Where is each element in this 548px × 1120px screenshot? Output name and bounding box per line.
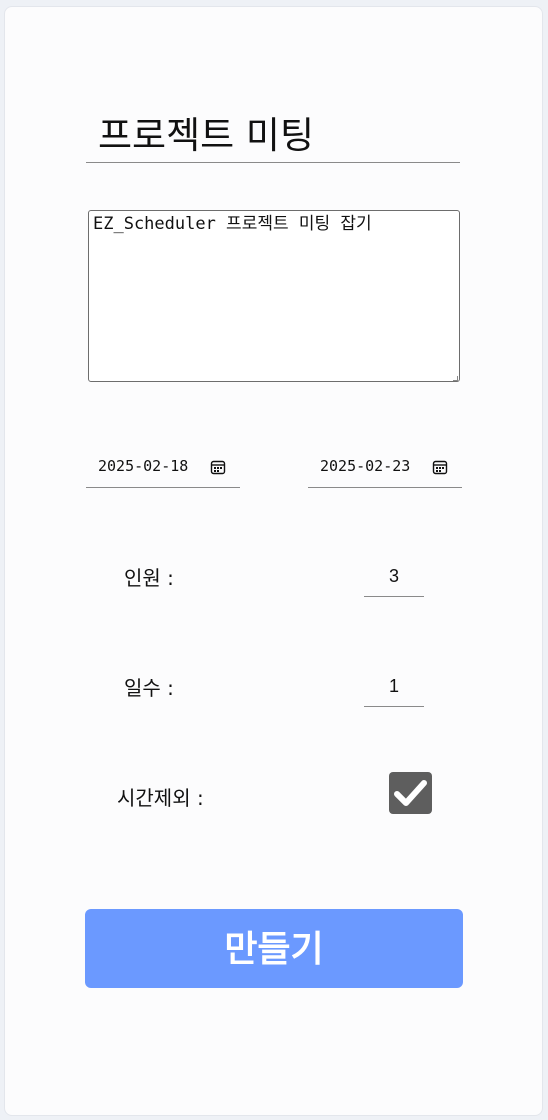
end-date-value: 2025-02-23 [320, 457, 411, 475]
exclude-time-checkbox[interactable] [389, 772, 432, 814]
create-button[interactable]: 만들기 [85, 909, 463, 988]
days-label: 일수 : [124, 676, 174, 700]
calendar-icon[interactable] [432, 459, 448, 475]
days-input[interactable]: 1 [364, 671, 424, 707]
checkmark-icon [394, 780, 427, 806]
exclude-time-label: 시간제외 : [117, 786, 204, 810]
end-date-field[interactable]: 2025-02-23 [308, 448, 462, 488]
title-field[interactable] [86, 104, 460, 163]
people-input[interactable]: 3 [364, 561, 424, 597]
title-input[interactable] [98, 110, 448, 153]
calendar-icon[interactable] [210, 459, 226, 475]
start-date-value: 2025-02-18 [98, 457, 189, 475]
description-textarea[interactable]: EZ_Scheduler 프로젝트 미팅 잡기 [88, 210, 460, 382]
people-label: 인원 : [124, 566, 174, 590]
start-date-field[interactable]: 2025-02-18 [86, 448, 240, 488]
resize-handle[interactable] [453, 376, 458, 381]
